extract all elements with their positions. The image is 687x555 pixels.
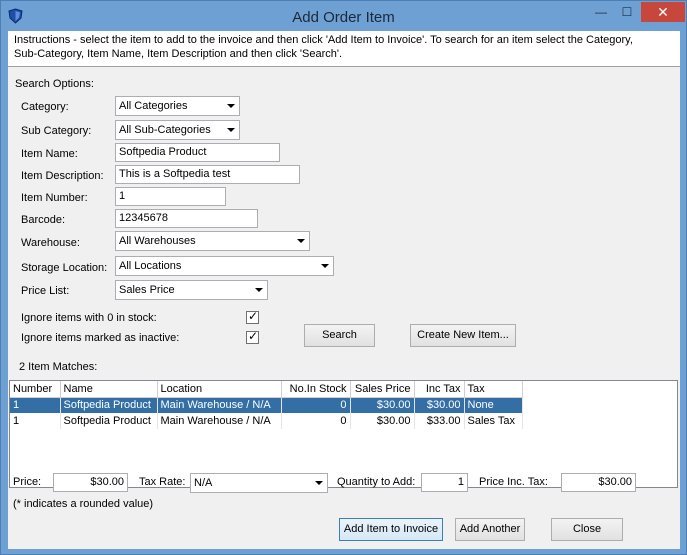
item-name-input[interactable]: Softpedia Product xyxy=(115,143,280,162)
cell-in-stock: 0 xyxy=(281,413,351,429)
cell-number: 1 xyxy=(10,397,61,413)
subcategory-value: All Sub-Categories xyxy=(119,124,211,136)
column-header-number[interactable]: Number xyxy=(10,381,61,398)
cell-location: Main Warehouse / N/A xyxy=(157,413,282,429)
column-header-location[interactable]: Location xyxy=(157,381,282,398)
storage-location-label: Storage Location: xyxy=(21,262,108,274)
results-grid[interactable]: Number Name Location No.In Stock Sales P… xyxy=(9,380,678,488)
cell-name: Softpedia Product xyxy=(60,413,158,429)
table-row[interactable]: 1 Softpedia Product Main Warehouse / N/A… xyxy=(10,413,523,429)
item-number-label: Item Number: xyxy=(21,192,88,204)
storage-location-select[interactable]: All Locations xyxy=(115,256,334,276)
item-description-input[interactable]: This is a Softpedia test xyxy=(115,165,300,184)
cell-in-stock: 0 xyxy=(281,397,351,413)
quantity-input[interactable]: 1 xyxy=(421,473,468,492)
column-header-sales-price[interactable]: Sales Price xyxy=(350,381,415,398)
price-label: Price: xyxy=(13,476,42,488)
item-number-input[interactable]: 1 xyxy=(115,187,226,206)
instructions-line-1: Instructions - select the item to add to… xyxy=(14,34,633,46)
price-list-value: Sales Price xyxy=(119,284,175,296)
price-inc-tax-label: Price Inc. Tax: xyxy=(479,476,548,488)
tax-rate-select[interactable]: N/A xyxy=(190,473,328,493)
subcategory-label: Sub Category: xyxy=(21,125,92,137)
item-matches-label: 2 Item Matches: xyxy=(19,361,98,373)
cell-tax: None xyxy=(464,397,523,413)
check-icon: ✓ xyxy=(248,309,259,323)
results-table: Number Name Location No.In Stock Sales P… xyxy=(10,381,523,429)
rounded-value-note: (* indicates a rounded value) xyxy=(13,498,154,510)
category-select[interactable]: All Categories xyxy=(115,96,240,116)
add-item-to-invoice-button[interactable]: Add Item to Invoice xyxy=(339,518,443,541)
column-header-in-stock[interactable]: No.In Stock xyxy=(281,381,351,398)
price-list-label: Price List: xyxy=(21,285,70,297)
column-header-tax[interactable]: Tax xyxy=(464,381,523,398)
dropdown-arrow-icon xyxy=(315,481,323,485)
warehouse-select[interactable]: All Warehouses xyxy=(115,231,310,251)
price-list-select[interactable]: Sales Price xyxy=(115,280,268,300)
cell-sales-price: $30.00 xyxy=(350,397,415,413)
check-icon: ✓ xyxy=(248,329,259,343)
create-new-item-button[interactable]: Create New Item... xyxy=(410,324,516,347)
category-value: All Categories xyxy=(119,100,188,112)
barcode-input[interactable]: 12345678 xyxy=(115,209,258,228)
category-label: Category: xyxy=(21,101,69,113)
dropdown-arrow-icon xyxy=(321,264,329,268)
subcategory-select[interactable]: All Sub-Categories xyxy=(115,120,240,140)
search-button[interactable]: Search xyxy=(304,324,375,347)
title-bar[interactable]: Add Order Item — ☐ ✕ xyxy=(1,1,686,31)
column-header-inc-tax[interactable]: Inc Tax xyxy=(414,381,465,398)
item-name-label: Item Name: xyxy=(21,148,78,160)
cell-tax: Sales Tax xyxy=(464,413,523,429)
instructions-panel: Instructions - select the item to add to… xyxy=(8,31,680,67)
price-input[interactable]: $30.00 xyxy=(53,473,128,492)
column-header-name[interactable]: Name xyxy=(60,381,158,398)
cell-location: Main Warehouse / N/A xyxy=(157,397,282,413)
item-description-label: Item Description: xyxy=(21,170,104,182)
cell-sales-price: $30.00 xyxy=(350,413,415,429)
dropdown-arrow-icon xyxy=(227,104,235,108)
close-window-button[interactable]: ✕ xyxy=(641,2,685,22)
dropdown-arrow-icon xyxy=(227,128,235,132)
add-another-button[interactable]: Add Another xyxy=(455,518,525,541)
tax-rate-value: N/A xyxy=(194,477,213,489)
tax-rate-label: Tax Rate: xyxy=(139,476,186,488)
window-title: Add Order Item xyxy=(292,9,395,26)
warehouse-value: All Warehouses xyxy=(119,235,196,247)
barcode-label: Barcode: xyxy=(21,214,66,226)
close-button[interactable]: Close xyxy=(551,518,623,541)
add-order-item-window: Add Order Item — ☐ ✕ Instructions - sele… xyxy=(0,0,687,555)
table-row[interactable]: 1 Softpedia Product Main Warehouse / N/A… xyxy=(10,397,523,413)
cell-number: 1 xyxy=(10,413,61,429)
instructions-line-2: Sub-Category, Item Name, Item Descriptio… xyxy=(14,48,343,60)
ignore-zero-stock-label: Ignore items with 0 in stock: xyxy=(21,312,157,324)
storage-location-value: All Locations xyxy=(119,260,182,272)
dropdown-arrow-icon xyxy=(255,288,263,292)
ignore-inactive-label: Ignore items marked as inactive: xyxy=(21,332,180,344)
cell-inc-tax: $30.00 xyxy=(414,397,465,413)
cell-inc-tax: $33.00 xyxy=(414,413,465,429)
dropdown-arrow-icon xyxy=(297,239,305,243)
ignore-zero-stock-checkbox[interactable]: ✓ xyxy=(246,309,259,324)
minimize-button[interactable]: — xyxy=(587,2,615,22)
maximize-button[interactable]: ☐ xyxy=(613,2,641,22)
quantity-label: Quantity to Add: xyxy=(337,476,416,488)
warehouse-label: Warehouse: xyxy=(21,237,80,249)
results-header-row: Number Name Location No.In Stock Sales P… xyxy=(10,381,523,398)
cell-name: Softpedia Product xyxy=(60,397,158,413)
search-options-heading: Search Options: xyxy=(15,78,94,90)
ignore-inactive-checkbox[interactable]: ✓ xyxy=(246,329,259,344)
dialog-client-area: Instructions - select the item to add to… xyxy=(8,31,680,549)
price-inc-tax-input[interactable]: $30.00 xyxy=(561,473,636,492)
